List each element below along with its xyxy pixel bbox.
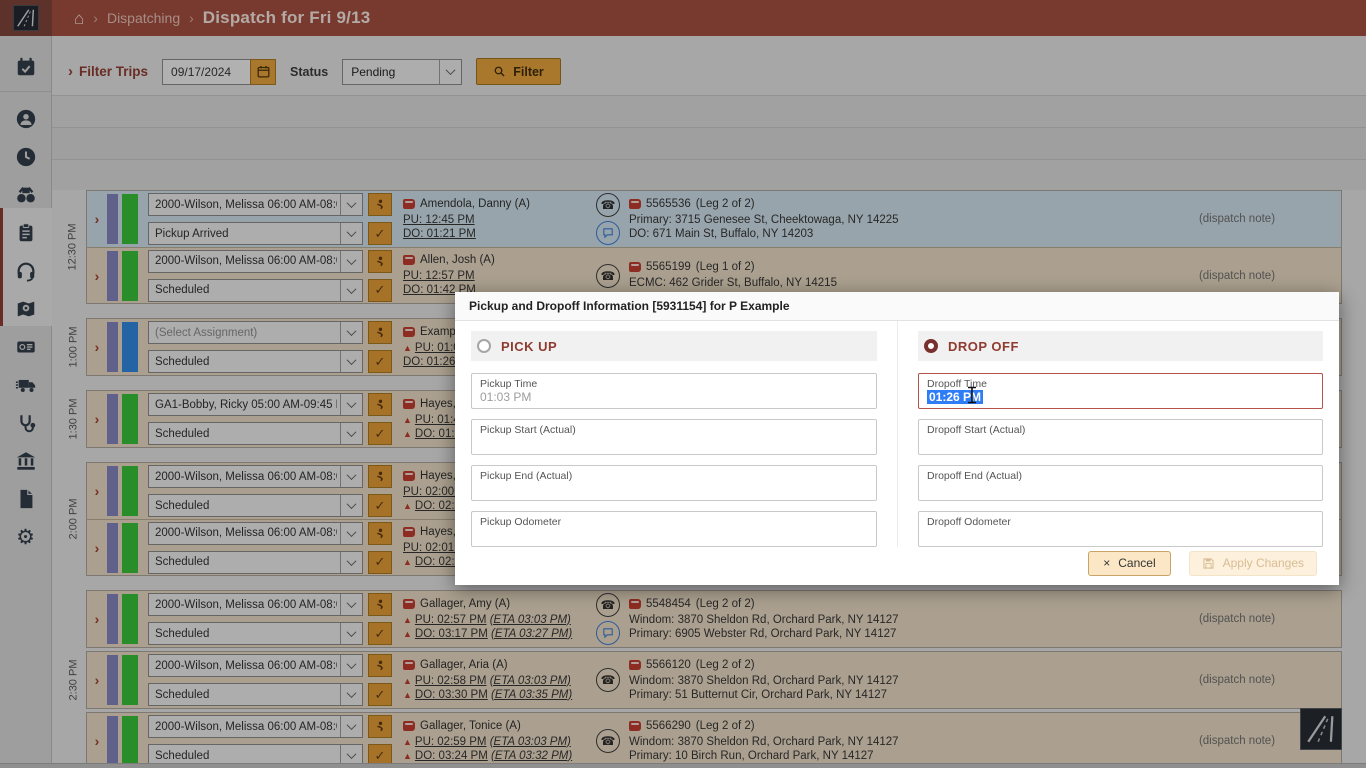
dropoff-start-field[interactable]: Dropoff Start (Actual) <box>918 419 1323 456</box>
cancel-button[interactable]: × Cancel <box>1088 550 1171 576</box>
text-cursor <box>966 386 978 409</box>
field-label: Pickup Start (Actual) <box>480 424 576 437</box>
pickup-section-header: PICK UP <box>471 331 877 362</box>
apply-changes-button[interactable]: Apply Changes <box>1188 550 1317 576</box>
dropoff-odometer-field[interactable]: Dropoff Odometer <box>918 511 1323 548</box>
app-root: ⌂ › Dispatching › Dispatch for Fri 9/13 … <box>0 0 1366 768</box>
dropoff-radio[interactable] <box>924 339 938 354</box>
pickup-start-field[interactable]: Pickup Start (Actual) <box>471 419 877 456</box>
field-label: Dropoff Time <box>927 378 987 391</box>
dropoff-end-field[interactable]: Dropoff End (Actual) <box>918 465 1323 502</box>
save-icon <box>1203 557 1214 569</box>
dropoff-heading: DROP OFF <box>948 338 1019 354</box>
modal-title: Pickup and Dropoff Information [5931154]… <box>455 292 1339 322</box>
modal-footer: × Cancel Apply Changes <box>455 547 1339 579</box>
field-label: Dropoff End (Actual) <box>927 470 1022 483</box>
field-label: Pickup Time <box>480 378 538 391</box>
dropoff-section-header: DROP OFF <box>918 331 1323 362</box>
close-icon: × <box>1103 556 1111 571</box>
field-label: Dropoff Odometer <box>927 516 1011 529</box>
dropoff-time-field[interactable]: Dropoff Time 01:26 PM <box>918 373 1323 410</box>
pickup-end-field[interactable]: Pickup End (Actual) <box>471 465 877 502</box>
field-value: 01:03 PM <box>480 390 532 405</box>
pickup-radio[interactable] <box>477 339 491 354</box>
field-label: Pickup End (Actual) <box>480 470 573 483</box>
field-label: Pickup Odometer <box>480 516 562 529</box>
pickup-time-field[interactable]: Pickup Time 01:03 PM <box>471 373 877 410</box>
field-label: Dropoff Start (Actual) <box>927 424 1026 437</box>
pickup-odometer-field[interactable]: Pickup Odometer <box>471 511 877 548</box>
pickup-dropoff-modal: Pickup and Dropoff Information [5931154]… <box>455 292 1339 585</box>
pickup-heading: PICK UP <box>501 338 558 354</box>
